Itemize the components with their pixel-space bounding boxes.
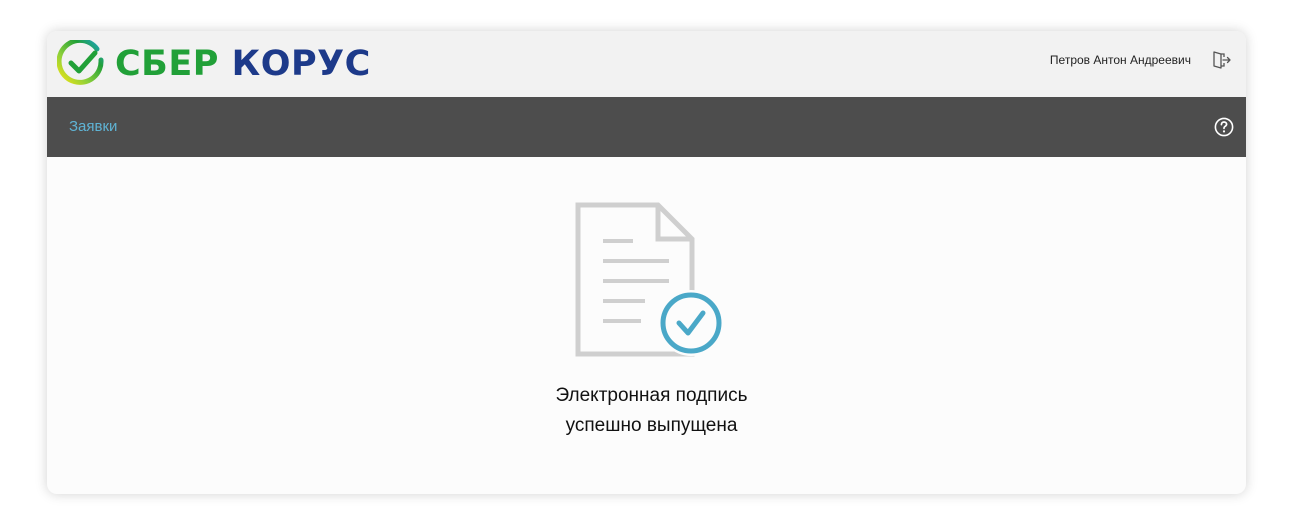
help-button[interactable] [1214,117,1234,137]
app-window: СБЕР КОРУС Петров Антон Андреевич Заявки [47,31,1246,494]
logout-icon [1213,51,1231,69]
logout-button[interactable] [1210,49,1232,71]
sber-logo-icon [57,40,104,85]
main-content: Электронная подпись успешно выпущена [47,157,1246,494]
help-icon [1214,117,1234,137]
success-message-line1: Электронная подпись [555,385,748,406]
logo-text: СБЕР КОРУС [115,44,371,84]
logo-brand: СБЕР [115,44,219,84]
user-name[interactable]: Петров Антон Андреевич [1050,53,1191,67]
document-check-icon [575,202,725,367]
success-message-line2: успешно выпущена [565,415,738,436]
header: СБЕР КОРУС Петров Антон Андреевич [47,31,1246,97]
navbar: Заявки [47,97,1246,157]
logo: СБЕР КОРУС [57,36,371,92]
nav-link-requests[interactable]: Заявки [69,118,117,135]
logo-product: КОРУС [231,44,371,84]
success-message: Электронная подпись успешно выпущена [47,381,1246,441]
